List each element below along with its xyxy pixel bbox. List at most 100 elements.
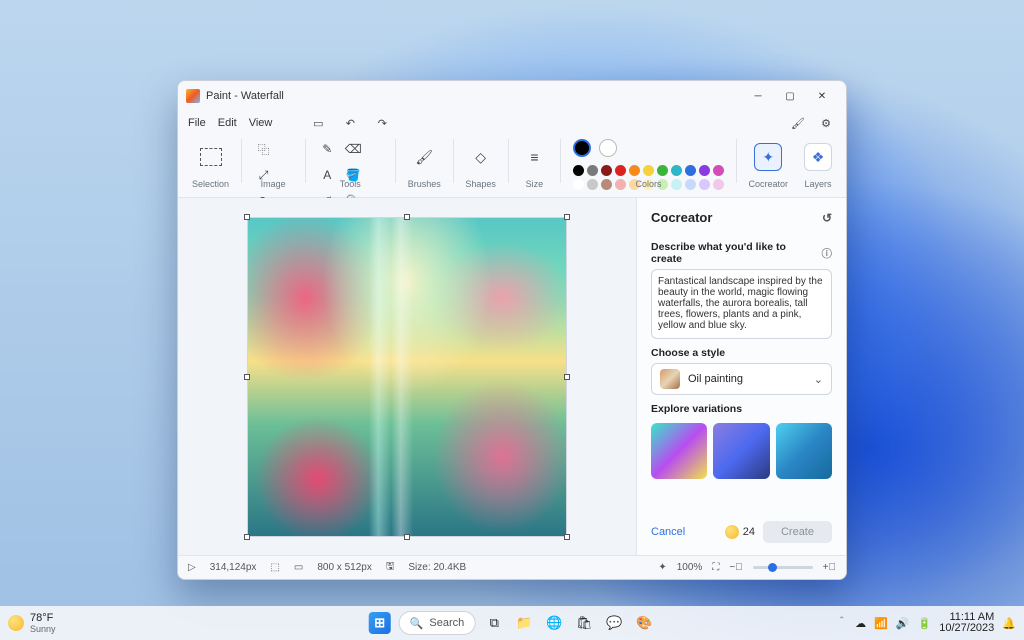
- swatch[interactable]: [699, 179, 710, 190]
- swatch[interactable]: [573, 179, 584, 190]
- brush-tool[interactable]: 🖌: [410, 143, 438, 171]
- canvas-area[interactable]: [178, 198, 636, 555]
- minimize-button[interactable]: ─: [742, 81, 774, 111]
- shapes-tool[interactable]: ◇: [467, 143, 495, 171]
- undo-icon[interactable]: ↶: [340, 113, 360, 133]
- swatch[interactable]: [615, 165, 626, 176]
- volume-icon[interactable]: 🔊: [896, 617, 910, 630]
- clock[interactable]: 11:11 AM 10/27/2023: [939, 612, 994, 634]
- cancel-button[interactable]: Cancel: [651, 526, 685, 538]
- group-colors: Colors: [567, 139, 730, 189]
- swatch[interactable]: [713, 165, 724, 176]
- swatch[interactable]: [685, 165, 696, 176]
- zoom-in-icon[interactable]: +⃝: [823, 562, 836, 573]
- menu-view[interactable]: View: [249, 117, 273, 129]
- swatch[interactable]: [643, 165, 654, 176]
- titlebar[interactable]: Paint - Waterfall ─ ▢ ✕: [178, 81, 846, 111]
- group-selection: Selection: [186, 139, 235, 189]
- swatch[interactable]: [573, 165, 584, 176]
- start-button[interactable]: ⊞: [369, 612, 391, 634]
- swatch[interactable]: [671, 179, 682, 190]
- status-cursor: 314,124px: [210, 562, 257, 573]
- brush-preview-icon[interactable]: 🖌: [788, 113, 808, 133]
- cocreator-button[interactable]: ✦: [754, 143, 782, 171]
- group-tools: ✎ ⌫ A 🪣 ✐ 🔍 Tools: [311, 139, 389, 189]
- resize-handle[interactable]: [244, 534, 250, 540]
- variation-2[interactable]: [713, 423, 769, 479]
- group-label-image: Image: [261, 179, 286, 189]
- taskbar-search[interactable]: 🔍 Search: [399, 611, 476, 635]
- menubar: File Edit View ▭ ↶ ↷ 🖌 ⚙: [178, 111, 846, 135]
- zoom-slider[interactable]: [753, 566, 813, 569]
- prompt-input[interactable]: [651, 269, 832, 339]
- group-brushes: 🖌 Brushes: [402, 139, 447, 189]
- save-icon[interactable]: ▭: [308, 113, 328, 133]
- pencil-icon[interactable]: ✎: [317, 139, 337, 159]
- paint-taskbar-icon[interactable]: 🎨: [633, 612, 655, 634]
- swatch[interactable]: [587, 179, 598, 190]
- layers-button[interactable]: ❖: [804, 143, 832, 171]
- swatch[interactable]: [601, 165, 612, 176]
- sun-icon: [8, 615, 24, 631]
- fit-icon[interactable]: ⛶: [712, 562, 719, 573]
- wifi-icon[interactable]: 📶: [874, 617, 888, 630]
- maximize-button[interactable]: ▢: [774, 81, 806, 111]
- resize-handle[interactable]: [244, 374, 250, 380]
- group-label-layers: Layers: [805, 179, 832, 189]
- canvas[interactable]: [247, 217, 567, 537]
- resize-handle[interactable]: [404, 534, 410, 540]
- swatch[interactable]: [629, 165, 640, 176]
- swatch[interactable]: [671, 165, 682, 176]
- clock-date: 10/27/2023: [939, 623, 994, 634]
- size-tool[interactable]: ≡: [520, 143, 548, 171]
- resize-handle[interactable]: [564, 374, 570, 380]
- swatch[interactable]: [699, 165, 710, 176]
- select-tool[interactable]: [197, 143, 225, 171]
- crop-icon[interactable]: ⿻: [254, 139, 274, 159]
- color-primary[interactable]: [573, 139, 591, 157]
- weather-cond: Sunny: [30, 624, 56, 634]
- selection-icon: ⬚: [270, 562, 279, 573]
- menu-file[interactable]: File: [188, 117, 206, 129]
- create-button[interactable]: Create: [763, 521, 832, 543]
- paint-window: Paint - Waterfall ─ ▢ ✕ File Edit View ▭…: [177, 80, 847, 580]
- resize-handle[interactable]: [244, 214, 250, 220]
- info-icon[interactable]: ⓘ: [822, 246, 833, 261]
- variations-label: Explore variations: [651, 403, 832, 415]
- color-secondary[interactable]: [599, 139, 617, 157]
- battery-icon[interactable]: 🔋: [918, 617, 932, 630]
- swatch[interactable]: [685, 179, 696, 190]
- system-tray[interactable]: ＾ ☁ 📶 🔊 🔋 11:11 AM 10/27/2023 🔔: [836, 612, 1024, 634]
- group-label-shapes: Shapes: [465, 179, 496, 189]
- cocreator-status-icon[interactable]: ✦: [658, 562, 666, 573]
- resize-handle[interactable]: [404, 214, 410, 220]
- swatch[interactable]: [713, 179, 724, 190]
- edge-icon[interactable]: 🌐: [543, 612, 565, 634]
- swatch[interactable]: [615, 179, 626, 190]
- text-icon[interactable]: A: [317, 165, 337, 185]
- notifications-icon[interactable]: 🔔: [1002, 617, 1016, 630]
- explorer-icon[interactable]: 📁: [513, 612, 535, 634]
- resize-handle[interactable]: [564, 534, 570, 540]
- tray-overflow-icon[interactable]: ＾: [836, 615, 847, 631]
- history-icon[interactable]: ↺: [822, 211, 832, 225]
- weather-widget[interactable]: 78°F Sunny: [0, 612, 56, 634]
- resize-handle[interactable]: [564, 214, 570, 220]
- redo-icon[interactable]: ↷: [372, 113, 392, 133]
- task-view-icon[interactable]: ⧉: [483, 612, 505, 634]
- settings-icon[interactable]: ⚙: [816, 113, 836, 133]
- variation-3[interactable]: [776, 423, 832, 479]
- teams-icon[interactable]: 💬: [603, 612, 625, 634]
- menu-edit[interactable]: Edit: [218, 117, 237, 129]
- style-select[interactable]: Oil painting ⌄: [651, 363, 832, 395]
- swatch[interactable]: [657, 165, 668, 176]
- store-icon[interactable]: 🛍: [573, 612, 595, 634]
- group-label-cocreator: Cocreator: [749, 179, 789, 189]
- onedrive-icon[interactable]: ☁: [855, 617, 866, 630]
- zoom-out-icon[interactable]: −⃝: [729, 562, 742, 573]
- eraser-icon[interactable]: ⌫: [343, 139, 363, 159]
- swatch[interactable]: [601, 179, 612, 190]
- variation-1[interactable]: [651, 423, 707, 479]
- swatch[interactable]: [587, 165, 598, 176]
- close-button[interactable]: ✕: [806, 81, 838, 111]
